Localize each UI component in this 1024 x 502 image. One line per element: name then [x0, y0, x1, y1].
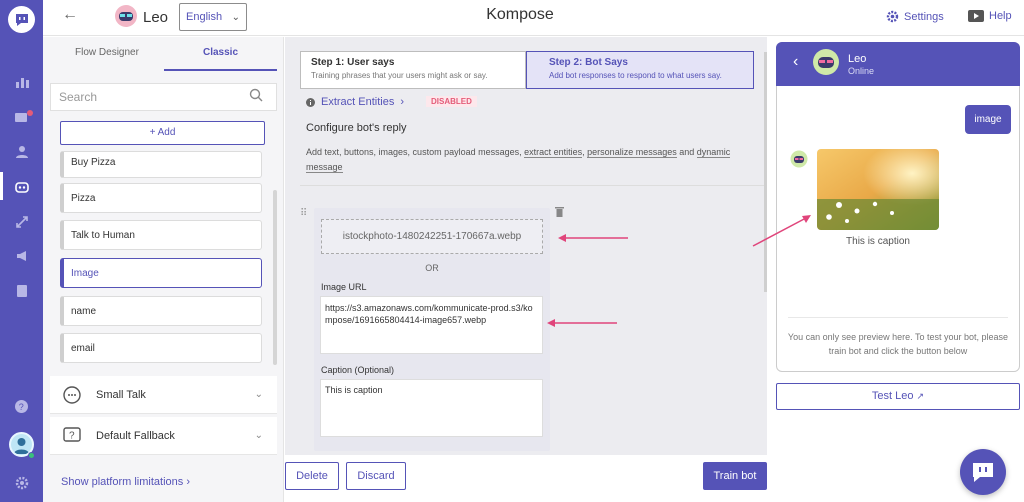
bot-image-message: [817, 149, 939, 230]
online-status-dot: [28, 452, 35, 459]
page-title: Kompose: [486, 6, 554, 23]
image-url-field[interactable]: https://s3.amazonaws.com/kommunicate-pro…: [320, 296, 543, 354]
intent-item[interactable]: Pizza: [60, 183, 262, 213]
rail-icons: ?: [0, 0, 43, 502]
search-input[interactable]: Search: [50, 83, 277, 111]
editor-scrollbar[interactable]: [764, 52, 767, 292]
caption-field[interactable]: This is caption: [320, 379, 543, 437]
add-intent-button[interactable]: + Add: [60, 121, 265, 145]
language-value: English: [186, 11, 223, 23]
video-play-icon: [968, 10, 984, 22]
svg-text:?: ?: [19, 402, 24, 412]
help-link[interactable]: Help: [968, 10, 1012, 22]
discard-button[interactable]: Discard: [346, 462, 406, 490]
chevron-down-icon: ⌄: [254, 430, 263, 441]
chevron-down-icon: ⌄: [254, 389, 263, 400]
back-arrow-icon[interactable]: ←: [62, 6, 78, 23]
question-bubble-icon: ?: [62, 426, 82, 446]
chevron-right-icon: ›: [186, 476, 191, 488]
notification-dot: [27, 110, 33, 116]
caption-label: Caption (Optional): [321, 365, 395, 375]
bot-name: Leo: [143, 9, 169, 26]
intent-item-selected[interactable]: Image: [60, 258, 262, 288]
intent-item[interactable]: Buy Pizza: [60, 151, 262, 178]
tab-classic[interactable]: Classic: [164, 45, 277, 71]
intent-item[interactable]: Talk to Human: [60, 220, 262, 250]
image-caption: This is caption: [846, 236, 910, 247]
intent-item[interactable]: name: [60, 296, 262, 326]
settings-label: Settings: [904, 10, 944, 23]
reports-icon[interactable]: [12, 281, 31, 300]
configure-title: Configure bot's reply: [306, 122, 407, 134]
user-message-bubble: image: [965, 105, 1011, 134]
test-bot-label: Test Leo: [871, 390, 914, 402]
analytics-icon[interactable]: [12, 72, 31, 91]
step-title: Step 1: User says: [311, 57, 395, 68]
step-bot-says[interactable]: Step 2: Bot Says Add bot responses to re…: [526, 51, 754, 89]
platform-limitations-link[interactable]: Show platform limitations ›: [61, 476, 190, 488]
bot-icon[interactable]: [12, 177, 31, 196]
external-link-icon: ↗: [916, 391, 925, 401]
preview-bot-name: Leo: [848, 53, 867, 65]
step-user-says[interactable]: Step 1: User says Training phrases that …: [300, 51, 526, 89]
intent-item[interactable]: email: [60, 333, 262, 363]
status-badge: DISABLED: [426, 96, 477, 107]
gear-icon: [886, 10, 899, 23]
section-default-fallback[interactable]: ? Default Fallback ⌄: [50, 417, 277, 455]
divider: [788, 317, 1008, 318]
campaigns-icon[interactable]: [12, 246, 31, 265]
extract-entities-label: Extract Entities: [321, 96, 395, 108]
bot-avatar-small: [790, 150, 808, 168]
chat-logo-icon: [973, 463, 993, 482]
image-upload-dropzone[interactable]: istockphoto-1480242251-170667a.webp: [321, 219, 543, 254]
chevron-left-icon[interactable]: ‹: [793, 53, 798, 71]
chat-bubble-icon: [62, 385, 82, 405]
chevron-down-icon: ⌄: [231, 12, 240, 23]
train-bot-button[interactable]: Train bot: [703, 462, 767, 490]
settings-link[interactable]: Settings: [886, 10, 944, 23]
drag-handle-icon[interactable]: ⠿: [300, 208, 307, 219]
steps: Step 1: User says Training phrases that …: [300, 51, 754, 89]
svg-text:?: ?: [69, 430, 75, 441]
info-icon: [306, 97, 315, 107]
divider: [300, 185, 765, 186]
platform-link-label: Show platform limitations: [61, 476, 184, 488]
integrations-icon[interactable]: [12, 212, 31, 231]
trash-icon[interactable]: [555, 206, 564, 217]
test-bot-button[interactable]: Test Leo ↗: [776, 383, 1020, 410]
language-select[interactable]: English ⌄: [179, 3, 247, 31]
users-icon[interactable]: [12, 142, 31, 161]
tab-flow-designer[interactable]: Flow Designer: [50, 45, 164, 71]
step-desc: Training phrases that your users might a…: [311, 71, 488, 80]
delete-button[interactable]: Delete: [285, 462, 339, 490]
or-label: OR: [425, 263, 439, 273]
preview-note: You can only see preview here. To test y…: [787, 332, 1009, 356]
chevron-right-icon: ›: [400, 96, 405, 108]
preview-bot-status: Online: [848, 66, 875, 76]
image-url-label: Image URL: [321, 282, 367, 292]
configure-description: Add text, buttons, images, custom payloa…: [306, 145, 751, 175]
desc-text: Add text, buttons, images, custom payloa…: [306, 147, 525, 157]
help-label: Help: [989, 10, 1012, 22]
personalize-messages-link[interactable]: personalize messages: [587, 147, 677, 158]
help-circle-icon[interactable]: ?: [12, 397, 31, 416]
bot-avatar: [812, 48, 840, 76]
section-small-talk[interactable]: Small Talk ⌄: [50, 376, 277, 414]
settings-gear-icon[interactable]: [12, 473, 31, 492]
active-indicator: [0, 172, 3, 200]
search-icon[interactable]: [249, 88, 263, 102]
desc-text: and: [676, 147, 697, 157]
extract-entities-toggle[interactable]: Extract Entities ›: [306, 96, 404, 108]
step-title: Step 2: Bot Says: [549, 57, 628, 68]
step-desc: Add bot responses to respond to what use…: [549, 71, 722, 80]
extract-entities-link[interactable]: extract entities: [524, 147, 583, 158]
bot-avatar: [114, 4, 138, 28]
intent-list-scrollbar[interactable]: [273, 190, 277, 365]
section-label: Small Talk: [96, 388, 146, 401]
section-label: Default Fallback: [96, 429, 175, 442]
chat-widget-button[interactable]: [960, 449, 1006, 495]
